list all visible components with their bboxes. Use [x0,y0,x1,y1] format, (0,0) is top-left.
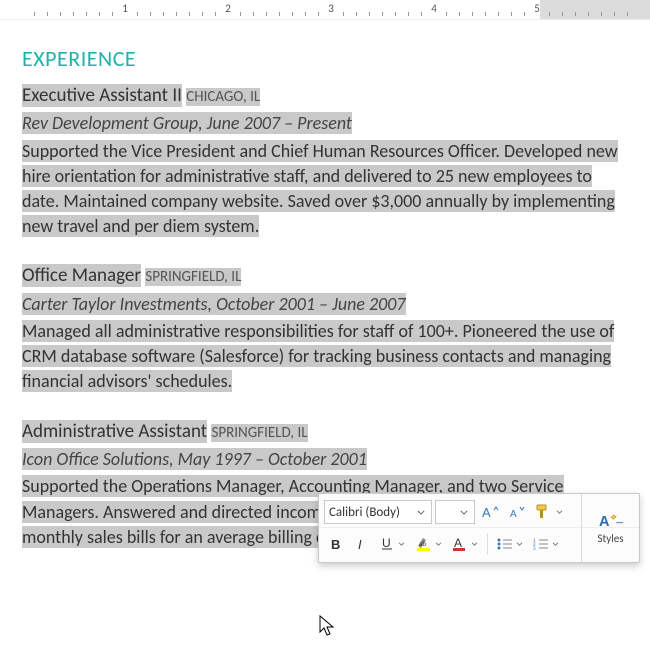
ruler-label: 4 [431,2,437,15]
ruler-ticks: 1 2 3 4 5 [22,0,650,19]
document-content: EXPERIENCE Executive Assistant II CHICAG… [22,44,628,550]
job-description: Supported the Vice President and Chief H… [22,139,628,240]
ruler-label: 5 [534,2,540,15]
font-size-combo[interactable] [435,500,475,524]
underline-button[interactable]: U [376,532,410,556]
styles-menu-button[interactable]: A Styles [581,494,639,562]
svg-text:3: 3 [533,546,536,551]
mini-format-toolbar: Calibri (Body) A A [318,493,640,563]
word-document-editor: /* decorative ticks generated below via … [0,0,650,647]
paragraph-spacer [22,395,628,417]
font-name-value: Calibri (Body) [329,505,400,520]
job-location: CHICAGO, IL [186,88,260,106]
job-title: Executive Assistant II [22,84,182,107]
chevron-down-icon [469,542,479,546]
svg-text:A: A [599,514,610,530]
paragraph-spacer [22,239,628,261]
svg-text:A: A [454,536,462,550]
section-heading: EXPERIENCE [22,44,628,75]
italic-button[interactable]: I [350,532,374,556]
chevron-down-icon [514,542,524,546]
numbering-button[interactable]: 1 2 3 [529,532,563,556]
font-name-combo[interactable]: Calibri (Body) [324,500,432,524]
chevron-down-icon [415,510,427,515]
job-description-text: Supported the Vice President and Chief H… [22,140,618,238]
ruler-label: 1 [122,2,128,15]
svg-text:A: A [510,509,517,520]
job-title: Office Manager [22,264,141,287]
bold-button[interactable]: B [324,532,348,556]
bullets-button[interactable] [493,532,527,556]
job-location: SPRINGFIELD, IL [211,424,307,442]
ruler-label: 2 [225,2,231,15]
svg-text:U: U [382,536,391,550]
job-title: Administrative Assistant [22,420,207,443]
chevron-down-icon [554,510,564,514]
chevron-down-icon [458,510,470,515]
increase-font-size-button[interactable]: A [478,500,502,524]
job-company: Rev Development Group, June 2007 – Prese… [22,112,352,134]
job-location: SPRINGFIELD, IL [145,268,241,286]
font-color-button[interactable]: A [448,532,482,556]
job-title-line: Office Manager SPRINGFIELD, IL [22,263,628,290]
styles-icon: A [599,512,623,530]
job-company-line: Icon Office Solutions, May 1997 – Octobe… [22,447,628,472]
horizontal-ruler[interactable]: /* decorative ticks generated below via … [0,0,650,20]
decrease-font-size-button[interactable]: A [505,500,529,524]
job-description-text: Managed all administrative responsibilit… [22,320,614,392]
svg-text:I: I [358,537,362,551]
chevron-down-icon [550,542,560,546]
svg-text:A: A [482,505,491,520]
job-company-line: Carter Taylor Investments, October 2001 … [22,292,628,317]
job-title-line: Administrative Assistant SPRINGFIELD, IL [22,419,628,446]
chevron-down-icon [396,542,406,546]
job-company: Icon Office Solutions, May 1997 – Octobe… [22,448,367,470]
job-title-line: Executive Assistant II CHICAGO, IL [22,83,628,110]
styles-label: Styles [597,532,623,545]
format-painter-button[interactable] [532,500,566,524]
job-description: Managed all administrative responsibilit… [22,319,628,395]
job-company: Carter Taylor Investments, October 2001 … [22,293,406,315]
ruler-label: 3 [328,2,334,15]
toolbar-separator [487,533,488,555]
chevron-down-icon [433,542,443,546]
job-company-line: Rev Development Group, June 2007 – Prese… [22,111,628,136]
svg-text:B: B [331,537,340,551]
text-highlight-button[interactable]: ab [412,532,446,556]
svg-text:ab: ab [419,539,426,548]
